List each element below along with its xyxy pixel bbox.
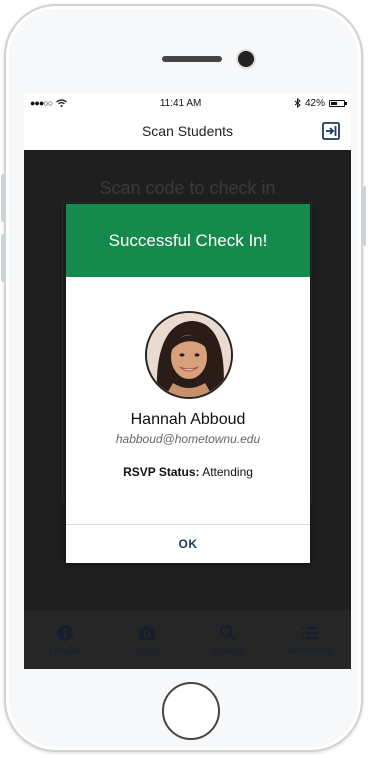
wifi-icon [56, 99, 68, 107]
user-name: Hannah Abboud [130, 411, 246, 428]
check-in-modal: Successful Check In! Hannah Abboud habbo… [66, 204, 310, 563]
phone-screen: ●●●○○ 11:41 AM 42% Scan Students Scan co… [24, 94, 351, 669]
phone-side-button [362, 186, 366, 246]
logout-icon[interactable] [321, 121, 341, 141]
page-title: Scan Students [141, 123, 234, 139]
ok-button[interactable]: OK [66, 525, 310, 563]
battery-percent: 42% [304, 97, 325, 109]
phone-camera [238, 51, 254, 67]
modal-title: Successful Check In! [108, 230, 268, 250]
avatar [145, 311, 233, 399]
bluetooth-icon [294, 98, 301, 108]
modal-header: Successful Check In! [66, 204, 310, 277]
status-bar: ●●●○○ 11:41 AM 42% [24, 94, 351, 112]
phone-speaker [162, 56, 222, 62]
rsvp-label: RSVP Status: [123, 465, 200, 479]
rsvp-value: Attending [202, 465, 253, 479]
nav-bar: Scan Students [24, 112, 351, 151]
rsvp-status: RSVP Status: Attending [66, 465, 310, 479]
status-time: 11:41 AM [159, 97, 202, 109]
user-photo [147, 313, 231, 397]
home-button[interactable] [162, 682, 220, 740]
user-email: habboud@hometownu.edu [115, 432, 261, 446]
phone-side-button [1, 174, 5, 222]
signal-icon: ●●●○○ [30, 98, 53, 108]
phone-side-button [1, 234, 5, 282]
battery-icon [329, 99, 347, 107]
